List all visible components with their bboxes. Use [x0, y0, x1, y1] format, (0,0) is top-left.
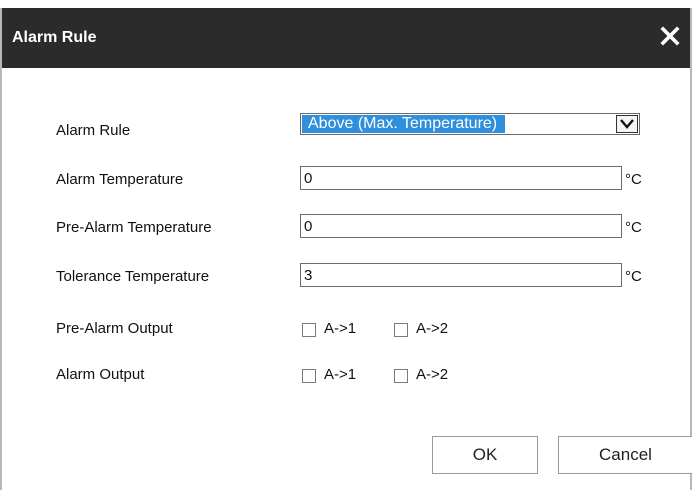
alarm-output-a1-checkbox[interactable]: [302, 369, 316, 383]
alarm-output-a2-label: A->2: [416, 366, 449, 383]
pre-alarm-output-label: Pre-Alarm Output: [56, 320, 173, 337]
alarm-temperature-unit: °C: [625, 171, 642, 188]
chevron-down-icon[interactable]: [616, 115, 638, 133]
tolerance-temperature-input[interactable]: [300, 263, 622, 287]
alarm-rule-label: Alarm Rule: [56, 122, 131, 139]
alarm-temperature-label: Alarm Temperature: [56, 171, 184, 188]
dialog-title-bar: Alarm Rule: [2, 8, 690, 68]
tolerance-temperature-label: Tolerance Temperature: [56, 268, 210, 285]
pre-alarm-temperature-unit: °C: [625, 219, 642, 236]
pre-alarm-output-a1-checkbox[interactable]: [302, 323, 316, 337]
pre-alarm-output-a2-checkbox[interactable]: [394, 323, 408, 337]
alarm-output-label: Alarm Output: [56, 366, 145, 383]
close-icon[interactable]: [658, 24, 682, 48]
pre-alarm-output-a2-label: A->2: [416, 320, 449, 337]
alarm-rule-dialog: Alarm Rule Alarm Rule Above (Max. Temper…: [0, 8, 692, 490]
pre-alarm-temperature-input[interactable]: [300, 214, 622, 238]
ok-button[interactable]: OK: [432, 436, 538, 474]
alarm-rule-selected-value: Above (Max. Temperature): [302, 115, 506, 133]
tolerance-temperature-unit: °C: [625, 268, 642, 285]
alarm-rule-select[interactable]: Above (Max. Temperature): [300, 113, 640, 135]
pre-alarm-output-a1-label: A->1: [324, 320, 357, 337]
cancel-button[interactable]: Cancel: [558, 436, 692, 474]
dialog-title: Alarm Rule: [12, 29, 97, 46]
alarm-output-a1-label: A->1: [324, 366, 357, 383]
alarm-output-a2-checkbox[interactable]: [394, 369, 408, 383]
pre-alarm-temperature-label: Pre-Alarm Temperature: [56, 219, 212, 236]
alarm-temperature-input[interactable]: [300, 166, 622, 190]
